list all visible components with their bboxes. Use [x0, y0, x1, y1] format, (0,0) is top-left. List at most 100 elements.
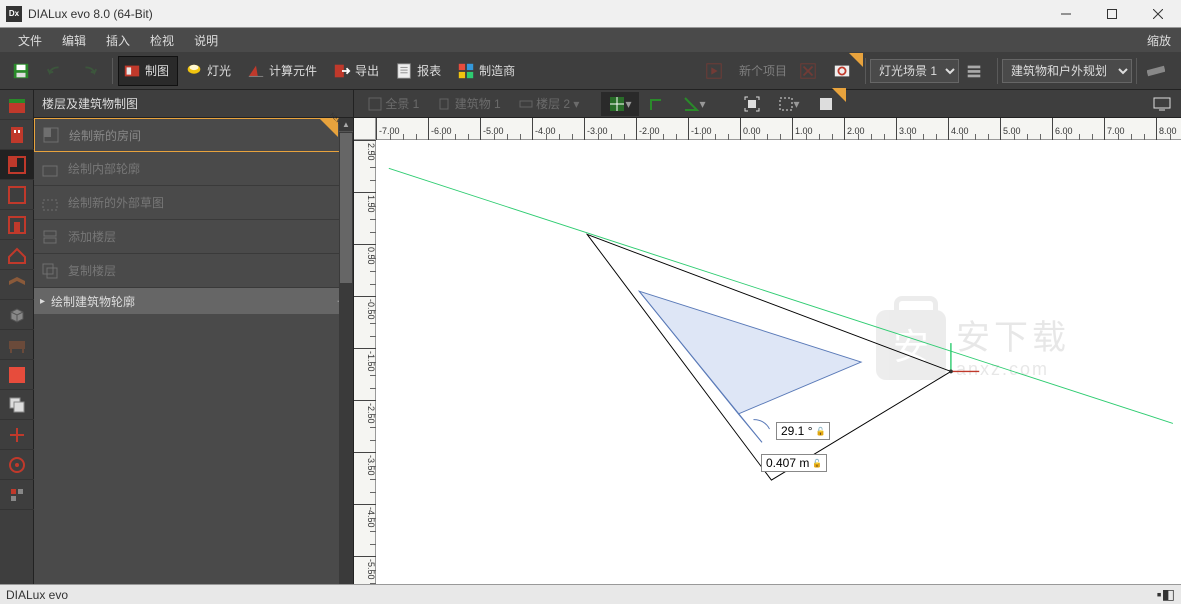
status-text: DIALux evo: [6, 588, 68, 602]
vtool-ceiling[interactable]: [0, 270, 34, 300]
new-badge: [320, 119, 338, 137]
window-title: DIALux evo 8.0 (64-Bit): [28, 7, 1043, 21]
lock-icon: 🔓: [812, 459, 822, 468]
vtool-copy[interactable]: [0, 390, 34, 420]
drawing-surface[interactable]: 安下载anxz.com: [376, 140, 1181, 584]
ruler-corner: [354, 118, 376, 140]
sidebar-header: 楼层及建筑物制图: [34, 90, 353, 118]
main-toolbar: 制图 灯光 计算元件 导出 报表 制造商 新个项目 灯光场景 1 建筑物和户外规…: [0, 52, 1181, 90]
minimize-button[interactable]: [1043, 0, 1089, 28]
vtool-building[interactable]: [0, 120, 34, 150]
tab-drawing-label: 制图: [145, 62, 169, 79]
vtool-room[interactable]: [0, 180, 34, 210]
sidebar-section-label: 绘制建筑物轮廓: [51, 293, 135, 310]
monitor-button[interactable]: [1145, 92, 1179, 116]
ruler-vertical: 2.50 1.50 0.50 -0.50 -1.50 -2.50 -3.50 -…: [354, 140, 376, 584]
zoom-fit-button[interactable]: [736, 92, 768, 116]
project-play-button[interactable]: [700, 56, 732, 86]
zoom-region-button[interactable]: ▾: [770, 92, 808, 116]
snap-angle-button[interactable]: ▾: [675, 92, 713, 116]
scroll-up-button[interactable]: ▲: [339, 118, 353, 132]
sidebar-list: 绘制新的房间 绘制内部轮廓 绘制新的外部草图 添加楼层 复制楼层 ▸ 绘制: [34, 118, 353, 584]
maximize-button[interactable]: [1089, 0, 1135, 28]
ruler-horizontal: -7.00 -6.00 -5.00 -4.00 -3.00 -2.00 -1.0…: [376, 118, 1181, 140]
sidebar-item-copy-floor[interactable]: 复制楼层: [34, 254, 353, 288]
sidebar-section-building-contour[interactable]: ▸ 绘制建筑物轮廓 ⊸: [34, 288, 353, 314]
sidebar-item-label: 绘制内部轮廓: [68, 160, 140, 177]
tab-report-label: 报表: [417, 62, 441, 79]
undo-button[interactable]: [41, 56, 73, 86]
app-icon: Dx: [6, 6, 22, 22]
sidebar-item-label: 添加楼层: [68, 228, 116, 245]
status-tray-icon[interactable]: ▪◧: [1157, 586, 1175, 603]
canvas-toolbar: 全景 1 建筑物 1 楼层 2 ▾ ▾ ▾ ▾: [354, 90, 1181, 118]
contour-icon: [42, 161, 58, 177]
project-delete-button[interactable]: [794, 56, 826, 86]
menu-file[interactable]: 文件: [8, 28, 52, 52]
viewport[interactable]: -7.00 -6.00 -5.00 -4.00 -3.00 -2.00 -1.0…: [354, 118, 1181, 584]
view-new-button[interactable]: [810, 92, 842, 116]
tab-calc[interactable]: 计算元件: [242, 56, 326, 86]
tab-export[interactable]: 导出: [328, 56, 388, 86]
tab-light[interactable]: 灯光: [180, 56, 240, 86]
copy-floor-icon: [42, 263, 58, 279]
view-fullscene[interactable]: 全景 1: [360, 92, 427, 116]
sidebar-item-label: 绘制新的房间: [69, 127, 141, 144]
add-floor-icon: [42, 229, 58, 245]
sidebar-scrollbar[interactable]: ▲: [339, 118, 353, 584]
angle-readout[interactable]: 29.1 °🔓: [776, 422, 830, 440]
menu-edit[interactable]: 编辑: [52, 28, 96, 52]
work-area: 楼层及建筑物制图 绘制新的房间 绘制内部轮廓 绘制新的外部草图 添加楼层 复: [0, 90, 1181, 584]
vtool-more[interactable]: [0, 480, 34, 510]
snap-grid-button[interactable]: ▾: [601, 92, 639, 116]
tab-manufacturer-label: 制造商: [479, 62, 515, 79]
vtool-site[interactable]: [0, 90, 34, 120]
chevron-right-icon: ▸: [40, 296, 45, 307]
vertical-toolbar: [0, 90, 34, 584]
close-button[interactable]: [1135, 0, 1181, 28]
tab-report[interactable]: 报表: [390, 56, 450, 86]
sidebar-item-label: 复制楼层: [68, 262, 116, 279]
title-bar: Dx DIALux evo 8.0 (64-Bit): [0, 0, 1181, 28]
vtool-target[interactable]: [0, 450, 34, 480]
vtool-roof[interactable]: [0, 240, 34, 270]
vtool-furniture[interactable]: [0, 330, 34, 360]
sidebar-item-outer-sketch[interactable]: 绘制新的外部草图: [34, 186, 353, 220]
canvas-area: 全景 1 建筑物 1 楼层 2 ▾ ▾ ▾ ▾ -7.00 -6.00 -5.0…: [354, 90, 1181, 584]
menu-insert[interactable]: 插入: [96, 28, 140, 52]
sidebar-item-label: 绘制新的外部草图: [68, 194, 164, 211]
sidebar: 楼层及建筑物制图 绘制新的房间 绘制内部轮廓 绘制新的外部草图 添加楼层 复: [34, 90, 354, 584]
menu-help[interactable]: 说明: [184, 28, 228, 52]
redo-button[interactable]: [75, 56, 107, 86]
vtool-color[interactable]: [0, 360, 34, 390]
vtool-assist[interactable]: [0, 420, 34, 450]
sidebar-item-new-room[interactable]: 绘制新的房间: [34, 118, 353, 152]
project-settings-button[interactable]: [828, 56, 860, 86]
snap-ortho-button[interactable]: [641, 92, 673, 116]
view-building[interactable]: 建筑物 1: [429, 92, 508, 116]
scene-select[interactable]: 灯光场景 1: [870, 59, 959, 83]
sketch-icon: [42, 195, 58, 211]
drawing-svg: [376, 140, 1181, 584]
vtool-floor[interactable]: [0, 150, 34, 180]
menu-view[interactable]: 检视: [140, 28, 184, 52]
vtool-cube[interactable]: [0, 300, 34, 330]
tab-manufacturer[interactable]: 制造商: [452, 56, 524, 86]
ruler-toggle-button[interactable]: [1142, 56, 1174, 86]
view-floor[interactable]: 楼层 2 ▾: [511, 92, 588, 116]
room-icon: [43, 127, 59, 143]
mode-select[interactable]: 建筑物和户外规划: [1002, 59, 1132, 83]
tab-drawing[interactable]: 制图: [118, 56, 178, 86]
menu-bar: 文件 编辑 插入 检视 说明 缩放: [0, 28, 1181, 52]
scene-list-button[interactable]: [960, 56, 992, 86]
project-disabled-label: 新个项目: [734, 56, 792, 86]
length-readout[interactable]: 0.407 m🔓: [761, 454, 827, 472]
sidebar-item-add-floor[interactable]: 添加楼层: [34, 220, 353, 254]
save-button[interactable]: [7, 56, 39, 86]
sidebar-item-inner-contour[interactable]: 绘制内部轮廓: [34, 152, 353, 186]
vtool-opening[interactable]: [0, 210, 34, 240]
tab-calc-label: 计算元件: [269, 62, 317, 79]
menu-zoom[interactable]: 缩放: [1137, 28, 1181, 52]
scroll-thumb[interactable]: [340, 133, 352, 283]
tab-export-label: 导出: [355, 62, 379, 79]
